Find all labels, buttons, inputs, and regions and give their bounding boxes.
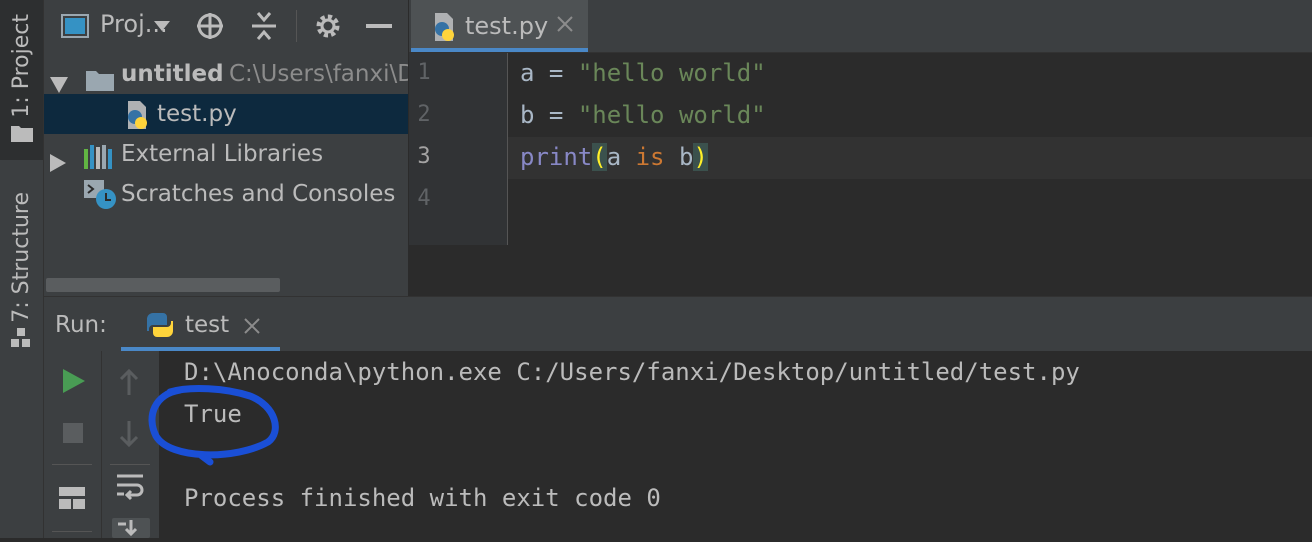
close-icon[interactable]: [555, 14, 575, 38]
arrow-down-icon[interactable]: [119, 421, 139, 451]
code-line-3: print(a is b): [520, 143, 708, 171]
toolbar-divider: [52, 464, 92, 465]
code-token-paren-matched: ): [693, 143, 708, 171]
tree-item-label: untitled: [121, 61, 224, 87]
code-token-keyword: is: [621, 143, 679, 171]
editor-tab-test-py[interactable]: test.py: [411, 0, 588, 52]
console-line-exit: Process finished with exit code 0: [184, 484, 661, 512]
line-number: 1: [417, 60, 431, 85]
tree-item-label: Scratches and Consoles: [121, 181, 396, 207]
line-number: 2: [417, 102, 431, 127]
code-token-operator: =: [534, 101, 578, 129]
project-tree: untitled C:\Users\fanxi\D test.py Extern…: [44, 52, 408, 296]
run-tab-label: test: [185, 312, 230, 338]
chevron-down-icon[interactable]: [152, 18, 172, 34]
tree-item-external-libraries[interactable]: External Libraries: [44, 134, 408, 174]
scroll-to-end-toggle[interactable]: [112, 518, 150, 538]
code-token-variable: a: [520, 59, 535, 87]
tree-item-label: External Libraries: [121, 141, 324, 167]
rerun-icon[interactable]: [63, 369, 85, 397]
close-icon[interactable]: [243, 317, 261, 339]
run-panel-header: Run: test: [44, 296, 1312, 351]
soft-wrap-icon[interactable]: [115, 473, 145, 505]
structure-tool-tab[interactable]: 7: Structure: [0, 180, 43, 360]
stop-icon[interactable]: [63, 423, 83, 447]
toolbar-divider: [52, 531, 92, 532]
active-tab-indicator: [411, 48, 588, 52]
scratches-icon: [84, 180, 118, 223]
code-line-1: a = "hello world": [520, 59, 766, 87]
locate-icon[interactable]: [194, 10, 226, 42]
tree-item-path: C:\Users\fanxi\D: [229, 61, 408, 87]
code-token-operator: =: [534, 59, 578, 87]
folder-icon: [11, 124, 33, 142]
horizontal-scrollbar[interactable]: [46, 278, 280, 292]
editor-empty-area: [409, 246, 1312, 296]
code-token-variable: b: [678, 143, 694, 171]
tab-label: test.py: [465, 12, 549, 40]
project-panel-header: Proj...: [44, 0, 408, 52]
tree-item-untitled[interactable]: untitled C:\Users\fanxi\D: [44, 54, 408, 94]
code-token-variable: b: [520, 101, 535, 129]
layout-icon[interactable]: [59, 487, 85, 513]
project-tool-tab[interactable]: 1: Project: [0, 0, 43, 160]
minimize-icon[interactable]: [364, 14, 394, 38]
code-line-2: b = "hello world": [520, 101, 766, 129]
arrow-up-icon[interactable]: [119, 368, 139, 399]
structure-icon: [11, 328, 33, 348]
code-token-variable: a: [606, 143, 622, 171]
line-number: 4: [417, 186, 431, 211]
run-label: Run:: [55, 312, 107, 338]
project-view-icon: [60, 13, 90, 39]
structure-tool-label: 7: Structure: [9, 192, 34, 323]
code-token-paren-matched: (: [592, 143, 607, 171]
annotation-circle: [148, 385, 279, 466]
python-file-icon: [431, 13, 457, 45]
collapse-all-icon[interactable]: [248, 10, 280, 42]
python-icon: [145, 311, 175, 343]
line-number: 3: [417, 144, 431, 169]
run-tab-test[interactable]: test: [121, 297, 280, 351]
tree-item-scratches[interactable]: Scratches and Consoles: [44, 174, 408, 214]
code-token-builtin: print: [520, 143, 593, 171]
toolbar-divider: [296, 10, 297, 42]
console-line-command: D:\Anoconda\python.exe C:/Users/fanxi/De…: [184, 358, 1080, 386]
gear-icon[interactable]: [312, 10, 344, 42]
tree-item-test-py[interactable]: test.py: [44, 94, 408, 134]
code-token-string: "hello world": [577, 101, 766, 129]
run-toolbar-primary: [44, 351, 101, 538]
code-token-string: "hello world": [577, 59, 766, 87]
tree-item-label: test.py: [157, 101, 237, 127]
project-tool-label: 1: Project: [9, 14, 34, 118]
